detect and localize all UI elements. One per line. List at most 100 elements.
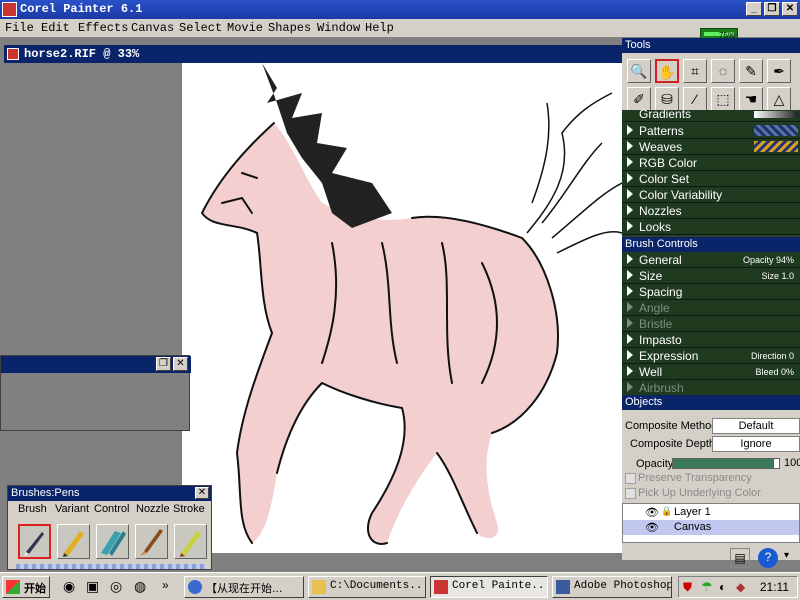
tab-stroke[interactable]: Stroke — [173, 503, 205, 515]
control-spacing[interactable]: Spacing — [622, 284, 800, 300]
art-item-nozzles[interactable]: Nozzles — [622, 203, 800, 219]
crayon-brush-icon[interactable] — [174, 524, 207, 559]
layer-adjuster-tool-icon[interactable]: ☚ — [739, 87, 763, 111]
menu-help[interactable]: Help — [365, 21, 394, 35]
menu-window[interactable]: Window — [317, 21, 360, 35]
tools-palette: Tools 🔍 ✋ ⌗ ◌ ✎ ✒ ✐ ⛁ ⁄ ⬚ ☚ △ — [622, 38, 800, 116]
eye-icon[interactable]: 👁 — [645, 506, 659, 519]
preserve-transparency-checkbox[interactable] — [625, 473, 636, 484]
taskbar: 开始 ◉ ▣ ◎ ◍ » 【从现在开始... C:\Documents... C… — [0, 572, 800, 600]
close-button[interactable]: ✕ — [782, 2, 798, 16]
menu-movie[interactable]: Movie — [227, 21, 263, 35]
brush-tool-icon[interactable]: ✎ — [739, 59, 763, 83]
composite-depth-select[interactable]: Ignore — [712, 436, 800, 452]
tab-nozzle[interactable]: Nozzle — [136, 503, 170, 515]
crop-tool-icon[interactable]: ⌗ — [683, 59, 707, 83]
objects-title-bar[interactable]: Objects — [622, 395, 800, 410]
layer-row-canvas[interactable]: 👁 Canvas — [623, 520, 799, 535]
shield-icon[interactable]: ⛊ — [683, 580, 692, 595]
art-item-color-set[interactable]: Color Set — [622, 171, 800, 187]
document-icon — [7, 48, 19, 60]
app-quick-launch-icon[interactable]: ◍ — [134, 578, 146, 595]
explorer-quick-launch-icon[interactable]: ▣ — [86, 578, 99, 595]
magnifier-tool-icon[interactable]: 🔍 — [627, 59, 651, 83]
start-button[interactable]: 开始 — [2, 576, 50, 598]
opacity-slider[interactable] — [672, 458, 780, 469]
control-angle[interactable]: Angle — [622, 300, 800, 316]
task-button-documents[interactable]: C:\Documents... — [308, 576, 426, 598]
tab-control[interactable]: Control — [94, 503, 129, 515]
control-size[interactable]: Size Size 1.0 — [622, 268, 800, 284]
control-expression[interactable]: Expression Direction 0 — [622, 348, 800, 364]
task-button-painter[interactable]: Corel Painte... — [430, 576, 548, 598]
pen-tool-icon[interactable]: ✒ — [767, 59, 791, 83]
floating-restore-button[interactable]: ❐ — [156, 357, 171, 371]
control-well[interactable]: Well Bleed 0% — [622, 364, 800, 380]
menu-effects[interactable]: Effects — [78, 21, 128, 35]
media-quick-launch-icon[interactable]: ◎ — [110, 578, 122, 595]
browser-icon — [188, 580, 202, 594]
document-title-bar[interactable]: horse2.RIF @ 33% — [4, 45, 622, 63]
art-item-gradients[interactable]: Gradients — [622, 107, 800, 122]
tools-title-bar[interactable]: Tools — [622, 38, 800, 53]
horse-tail — [526, 92, 622, 254]
layer-options-icon[interactable]: ▤ — [730, 548, 750, 568]
grabber-tool-icon[interactable]: ✋ — [655, 59, 679, 83]
art-item-rgb-color[interactable]: RGB Color — [622, 155, 800, 171]
art-item-patterns[interactable]: Patterns — [622, 123, 800, 139]
lasso-tool-icon[interactable]: ◌ — [711, 59, 735, 83]
composite-method-label: Composite Method — [625, 420, 718, 432]
menu-file[interactable]: File — [5, 21, 34, 35]
floating-close-button[interactable]: ✕ — [173, 357, 188, 371]
control-general[interactable]: General Opacity 94% — [622, 252, 800, 268]
pencil-brush-icon[interactable] — [57, 524, 90, 559]
pattern-swatch — [754, 125, 798, 136]
chevron-right-icon[interactable]: » — [162, 578, 169, 592]
shape-tool-icon[interactable]: △ — [767, 87, 791, 111]
control-bristle[interactable]: Bristle — [622, 316, 800, 332]
restore-button[interactable]: ❐ — [764, 2, 780, 16]
oil-brush-icon[interactable] — [135, 524, 168, 559]
brush-controls-title: Brush Controls — [625, 238, 698, 250]
menu-canvas[interactable]: Canvas — [131, 21, 174, 35]
objects-title: Objects — [625, 396, 663, 408]
pick-up-underlying-label: Pick Up Underlying Color — [638, 487, 761, 499]
eye-icon[interactable]: 👁 — [645, 521, 659, 534]
art-item-looks[interactable]: Looks — [622, 219, 800, 235]
brushes-title-bar[interactable]: Brushes:Pens ✕ — [8, 486, 211, 501]
umbrella-icon[interactable]: ☂ — [701, 579, 713, 595]
opacity-slider-fill — [673, 459, 774, 468]
tab-variant[interactable]: Variant — [55, 503, 89, 515]
control-impasto[interactable]: Impasto — [622, 332, 800, 348]
composite-method-select[interactable]: Default — [712, 418, 800, 434]
brushes-close-button[interactable]: ✕ — [195, 487, 209, 499]
menu-shapes[interactable]: Shapes — [268, 21, 311, 35]
tab-brush[interactable]: Brush — [18, 503, 47, 515]
floating-palette-title-bar[interactable]: ❐ ✕ — [1, 356, 191, 373]
lock-icon[interactable]: 🔒 — [661, 506, 672, 517]
control-airbrush[interactable]: Airbrush — [622, 380, 800, 396]
brush-controls-title-bar[interactable]: Brush Controls — [622, 237, 800, 252]
rect-select-tool-icon[interactable]: ⬚ — [711, 87, 735, 111]
task-button-photoshop[interactable]: Adobe Photoshop — [552, 576, 672, 598]
security-icon[interactable]: ◆ — [736, 580, 745, 594]
art-materials-palette: Gradients Patterns Weaves RGB Color Colo… — [622, 107, 800, 237]
horse-artwork[interactable] — [182, 63, 622, 553]
art-item-color-variability[interactable]: Color Variability — [622, 187, 800, 203]
chevron-down-icon[interactable]: ▾ — [784, 550, 789, 561]
layer-list: 👁 🔒 Layer 1 👁 Canvas — [622, 503, 800, 543]
pick-up-underlying-checkbox[interactable] — [625, 488, 636, 499]
browser-quick-launch-icon[interactable]: ◉ — [63, 578, 75, 595]
menu-select[interactable]: Select — [179, 21, 222, 35]
help-icon[interactable]: ? — [758, 548, 778, 568]
art-item-weaves[interactable]: Weaves — [622, 139, 800, 155]
layer-row-layer1[interactable]: 👁 🔒 Layer 1 — [623, 505, 799, 520]
minimize-button[interactable]: _ — [746, 2, 762, 16]
pen-brush-icon[interactable] — [18, 524, 51, 559]
task-button-browser[interactable]: 【从现在开始... — [184, 576, 304, 598]
brush-variant-strip[interactable] — [16, 564, 206, 569]
marker-brush-icon[interactable] — [96, 524, 129, 559]
menu-edit[interactable]: Edit — [41, 21, 70, 35]
network-icon[interactable]: ◐ — [719, 580, 726, 594]
opacity-value: 100 — [784, 457, 800, 469]
